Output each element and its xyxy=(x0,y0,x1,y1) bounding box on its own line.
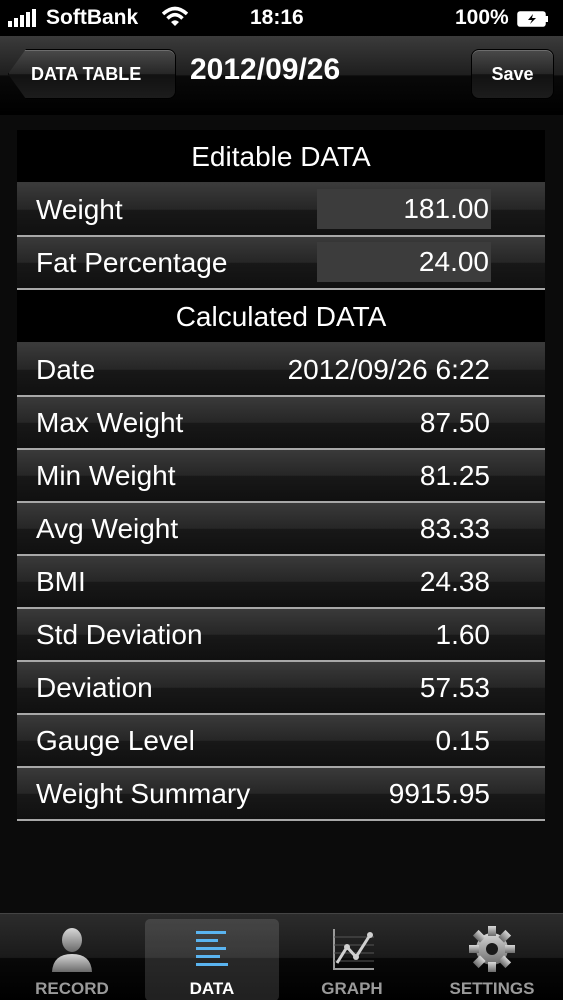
row-label: Weight xyxy=(36,194,123,225)
tab-label: GRAPH xyxy=(321,979,383,998)
tab-data[interactable]: DATA xyxy=(145,919,279,1000)
row-label: Avg Weight xyxy=(36,513,179,544)
wifi-icon xyxy=(161,6,189,34)
list-icon xyxy=(188,925,236,973)
tab-graph[interactable]: GRAPH xyxy=(285,919,419,1000)
data-table-view[interactable]: Editable DATA Weight Fat Percentage Calc… xyxy=(0,115,563,913)
gear-icon xyxy=(468,925,516,973)
navigation-bar: DATA TABLE 2012/09/26 Save xyxy=(0,36,563,115)
row-value: 83.33 xyxy=(419,513,490,544)
row-value: 87.50 xyxy=(419,407,490,438)
row-label: Date xyxy=(36,354,96,385)
table-row-weight-summary: Weight Summary 9915.95 xyxy=(17,768,545,821)
page-title: 2012/09/26 xyxy=(190,53,341,86)
tab-bar: RECORD DATA GRAPH SETTINGS xyxy=(0,913,563,1000)
row-value: 24.38 xyxy=(419,566,490,597)
save-button[interactable]: Save xyxy=(471,49,554,99)
row-value: 2012/09/26 6:22 xyxy=(287,354,490,385)
row-value: 1.60 xyxy=(435,619,491,650)
carrier-name: SoftBank xyxy=(46,6,139,29)
status-time: 18:16 xyxy=(250,6,304,29)
tab-record[interactable]: RECORD xyxy=(5,919,139,1000)
row-label: BMI xyxy=(36,566,86,597)
battery-icon xyxy=(517,9,549,27)
row-label: Max Weight xyxy=(36,407,184,438)
row-label: Weight Summary xyxy=(36,778,251,809)
table-row-std-deviation: Std Deviation 1.60 xyxy=(17,609,545,662)
back-button[interactable]: DATA TABLE xyxy=(8,49,176,99)
table-row-avg-weight: Avg Weight 83.33 xyxy=(17,503,545,556)
row-label: Fat Percentage xyxy=(36,247,228,278)
person-icon xyxy=(48,925,96,973)
tab-label: RECORD xyxy=(35,979,109,998)
weight-input[interactable] xyxy=(317,189,491,229)
battery-percent: 100% xyxy=(455,6,509,29)
fat-percentage-input[interactable] xyxy=(317,242,491,282)
row-label: Gauge Level xyxy=(36,725,195,756)
row-value: 81.25 xyxy=(419,460,490,491)
tab-settings[interactable]: SETTINGS xyxy=(425,919,559,1000)
row-label: Deviation xyxy=(36,672,153,703)
data-table: Editable DATA Weight Fat Percentage Calc… xyxy=(17,130,545,821)
editable-data-header: Editable DATA xyxy=(17,130,545,184)
row-label: Min Weight xyxy=(36,460,176,491)
row-value: 57.53 xyxy=(419,672,490,703)
table-row-max-weight: Max Weight 87.50 xyxy=(17,397,545,450)
row-value: 9915.95 xyxy=(388,778,490,809)
table-row-weight[interactable]: Weight xyxy=(17,184,545,237)
tab-label: SETTINGS xyxy=(449,979,535,998)
table-row-min-weight: Min Weight 81.25 xyxy=(17,450,545,503)
signal-icon xyxy=(8,9,36,27)
table-row-fat-percentage[interactable]: Fat Percentage xyxy=(17,237,545,290)
table-row-deviation: Deviation 57.53 xyxy=(17,662,545,715)
table-row-bmi: BMI 24.38 xyxy=(17,556,545,609)
status-bar: SoftBank 18:16 100% xyxy=(0,0,563,36)
app-screen: SoftBank 18:16 100% DATA TABLE 2012/09/2… xyxy=(0,0,563,1000)
table-row-date: Date 2012/09/26 6:22 xyxy=(17,344,545,397)
calculated-data-header: Calculated DATA xyxy=(17,290,545,344)
table-row-gauge-level: Gauge Level 0.15 xyxy=(17,715,545,768)
tab-label: DATA xyxy=(189,979,235,998)
graph-icon xyxy=(328,925,376,973)
row-value: 0.15 xyxy=(435,725,491,756)
row-label: Std Deviation xyxy=(36,619,203,650)
